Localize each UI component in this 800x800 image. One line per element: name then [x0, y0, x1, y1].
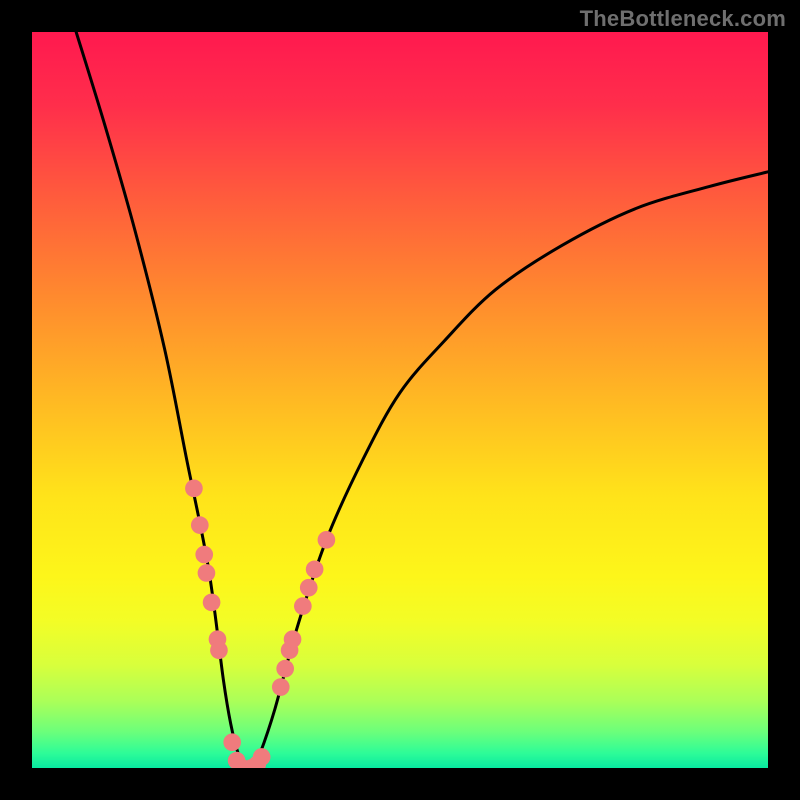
highlight-dot	[203, 594, 221, 612]
highlight-dot	[210, 641, 228, 659]
highlight-dot	[300, 579, 318, 597]
highlight-dot	[195, 546, 213, 564]
highlight-dot	[223, 733, 241, 751]
highlight-dot	[191, 516, 209, 534]
highlight-dot	[198, 564, 216, 582]
plot-area	[32, 32, 768, 768]
watermark-text: TheBottleneck.com	[580, 6, 786, 32]
bottleneck-curve	[76, 32, 768, 768]
highlight-dot	[318, 531, 336, 549]
chart-frame: TheBottleneck.com	[0, 0, 800, 800]
highlight-dot	[294, 597, 312, 615]
highlight-dot	[185, 479, 203, 497]
highlight-dots	[185, 479, 335, 768]
highlight-dot	[276, 660, 294, 678]
highlight-dot	[306, 560, 324, 578]
highlight-dot	[272, 678, 290, 696]
highlight-dot	[284, 630, 302, 648]
highlight-dot	[253, 748, 271, 766]
chart-svg	[32, 32, 768, 768]
